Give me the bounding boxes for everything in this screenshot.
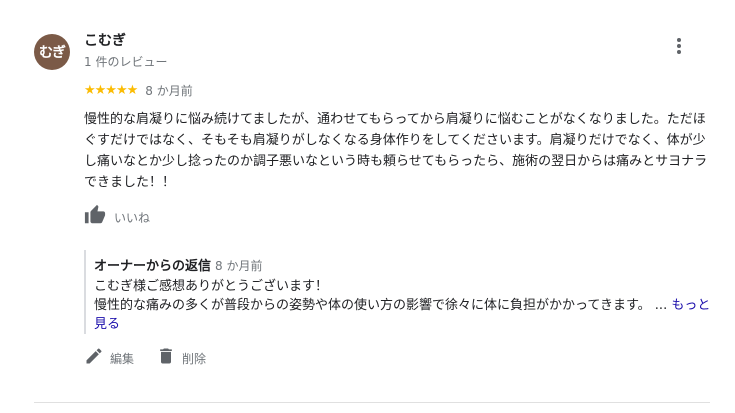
owner-reply: オーナーからの返信 8 か月前 こむぎ様ご感想ありがとうございます！ 慢性的な痛み… [84, 250, 716, 334]
divider [34, 402, 710, 403]
reply-line-1: こむぎ様ご感想ありがとうございます！ [94, 279, 329, 294]
author-name[interactable]: こむぎ [84, 30, 126, 50]
owner-actions: 編集 削除 [84, 346, 206, 370]
edit-label: 編集 [110, 351, 135, 366]
reply-ellipsis: ... [650, 298, 672, 313]
review-text: 慢性的な肩凝りに悩み続けてましたが、通わせてもらってから肩凝りに悩むことがなくな… [84, 112, 708, 190]
reply-owner-label: オーナーからの返信 [94, 259, 212, 274]
reply-line-2-text: 慢性的な痛みの多くが普段からの姿勢や体の使い方の影響で徐々に体に負担がかかってき… [94, 298, 651, 313]
more-options-button[interactable] [670, 36, 688, 56]
reply-line-2: 慢性的な痛みの多くが普段からの姿勢や体の使い方の影響で徐々に体に負担がかかってき… [94, 296, 716, 334]
pencil-icon [84, 346, 104, 370]
delete-label: 削除 [182, 351, 207, 366]
trash-icon [156, 346, 176, 370]
thumb-up-icon [84, 204, 106, 230]
star-rating: ★★★★★ [84, 83, 138, 98]
more-vert-icon [677, 38, 681, 42]
avatar[interactable]: むぎ [34, 34, 70, 70]
review-count: 1 件のレビュー [84, 55, 168, 69]
delete-button[interactable]: 削除 [156, 346, 206, 370]
edit-button[interactable]: 編集 [84, 346, 134, 370]
rating-row: ★★★★★ 8 か月前 [84, 82, 193, 99]
like-label: いいね [114, 210, 151, 225]
review-date: 8 か月前 [145, 84, 193, 98]
reply-date: 8 か月前 [215, 259, 263, 273]
like-button[interactable]: いいね [84, 204, 150, 230]
